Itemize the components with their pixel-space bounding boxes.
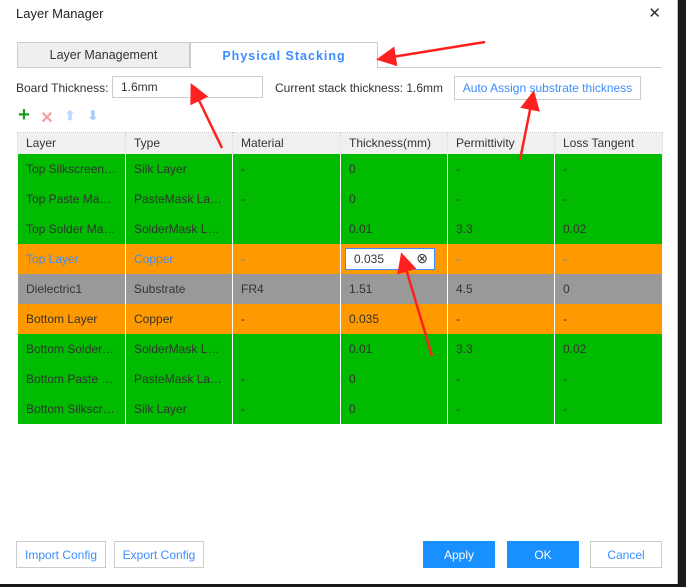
table-row[interactable]: Top Solder Mask LayerSolderMask Layer 0.0… xyxy=(17,213,663,244)
auto-assign-button[interactable]: Auto Assign substrate thickness xyxy=(454,76,641,100)
toolbar: + ✕ ⬆ ⬇ xyxy=(17,105,100,128)
table-cell[interactable]: - xyxy=(554,183,663,214)
table-cell[interactable]: SolderMask Layer xyxy=(125,333,233,364)
table-cell[interactable]: - xyxy=(447,153,555,184)
layer-stack-table: Layer Type Material Thickness(mm) Permittivi… xyxy=(17,132,663,424)
table-cell[interactable]: Top Layer xyxy=(17,243,126,274)
table-cell[interactable]: 0.01 xyxy=(340,333,448,364)
layer-manager-dialog: Layer Manager ✕ Layer Management Physica… xyxy=(0,0,678,584)
column-header[interactable]: Thickness(mm) xyxy=(340,132,448,154)
table-cell[interactable]: - xyxy=(447,303,555,334)
add-layer-icon[interactable]: + xyxy=(17,105,31,128)
table-cell[interactable]: PasteMask Layer xyxy=(125,363,233,394)
column-header[interactable]: Type xyxy=(125,132,233,154)
tab-physical-stacking[interactable]: Physical Stacking xyxy=(190,42,378,69)
import-config-button[interactable]: Import Config xyxy=(16,541,106,568)
move-down-icon[interactable]: ⬇ xyxy=(86,108,100,128)
clear-icon[interactable]: ⊗ xyxy=(416,250,428,267)
table-cell[interactable]: 0 xyxy=(340,363,448,394)
table-cell[interactable]: 0.02 xyxy=(554,333,663,364)
column-header[interactable]: Permittivity xyxy=(447,132,555,154)
table-cell[interactable]: Top Solder Mask Layer xyxy=(17,213,126,244)
table-cell[interactable]: Silk Layer xyxy=(125,153,233,184)
table-cell[interactable]: Silk Layer xyxy=(125,393,233,424)
table-cell[interactable]: 0 xyxy=(340,153,448,184)
table-cell[interactable]: - xyxy=(554,363,663,394)
table-cell[interactable]: Top Silkscreen Layer xyxy=(17,153,126,184)
table-cell[interactable]: FR4 xyxy=(232,273,341,304)
table-cell[interactable]: Copper xyxy=(125,303,233,334)
table-row[interactable]: Bottom Silkscreen LayerSilk Layer-0-- xyxy=(17,393,663,424)
table-cell[interactable]: Bottom Paste Mask Layer xyxy=(17,363,126,394)
table-cell[interactable]: - xyxy=(232,303,341,334)
table-row[interactable]: Bottom Paste Mask LayerPasteMask Layer-0… xyxy=(17,363,663,394)
table-cell[interactable]: Bottom Solder Mask Layer xyxy=(17,333,126,364)
table-row[interactable]: Dielectric1 Substrate FR4 1.51 4.5 0 xyxy=(17,273,663,304)
table-cell[interactable]: - xyxy=(554,153,663,184)
table-cell[interactable]: 0 xyxy=(340,393,448,424)
thickness-edit-value: 0.035 xyxy=(354,251,385,266)
table-cell[interactable]: 4.5 xyxy=(447,273,555,304)
table-cell[interactable]: - xyxy=(554,303,663,334)
table-cell[interactable]: Substrate xyxy=(125,273,233,304)
table-cell[interactable]: 1.51 xyxy=(340,273,448,304)
table-cell[interactable]: 0.035 xyxy=(340,303,448,334)
table-cell[interactable]: 0.02 xyxy=(554,213,663,244)
table-row[interactable]: Top Silkscreen LayerSilk Layer-0-- xyxy=(17,153,663,184)
table-cell[interactable]: Copper xyxy=(125,243,233,274)
table-cell[interactable]: - xyxy=(232,363,341,394)
table-cell[interactable] xyxy=(232,213,341,244)
table-cell[interactable]: - xyxy=(554,243,663,274)
apply-button[interactable]: Apply xyxy=(423,541,495,568)
window-title: Layer Manager xyxy=(16,5,104,21)
table-cell[interactable]: Dielectric1 xyxy=(17,273,126,304)
table-cell[interactable]: 0.01 xyxy=(340,213,448,244)
column-header[interactable]: Layer xyxy=(17,132,126,154)
board-thickness-input[interactable] xyxy=(112,76,263,98)
table-cell[interactable]: Bottom Silkscreen Layer xyxy=(17,393,126,424)
thickness-edit-input[interactable]: 0.035 ⊗ xyxy=(345,247,435,270)
current-stack-thickness: Current stack thickness: 1.6mm xyxy=(275,81,444,95)
table-cell[interactable]: - xyxy=(447,363,555,394)
table-cell[interactable]: 0 xyxy=(554,273,663,304)
board-thickness-label: Board Thickness: xyxy=(16,81,109,95)
table-cell[interactable]: - xyxy=(232,153,341,184)
tab-layer-management[interactable]: Layer Management xyxy=(17,42,190,68)
table-cell[interactable]: - xyxy=(447,183,555,214)
table-row[interactable]: Top Layer Copper -0.035 ⊗ - - xyxy=(17,243,663,274)
table-cell[interactable]: 0.035 ⊗ xyxy=(340,243,448,274)
ok-button[interactable]: OK xyxy=(507,541,579,568)
table-cell[interactable]: 3.3 xyxy=(447,213,555,244)
column-header[interactable]: Material xyxy=(232,132,341,154)
table-cell[interactable]: - xyxy=(232,243,341,274)
close-icon[interactable]: ✕ xyxy=(648,4,661,22)
table-row[interactable]: Bottom Solder Mask LayerSolderMask Layer… xyxy=(17,333,663,364)
delete-layer-icon[interactable]: ✕ xyxy=(40,108,54,128)
table-cell[interactable]: Top Paste Mask Layer xyxy=(17,183,126,214)
table-cell[interactable]: - xyxy=(232,183,341,214)
table-row[interactable]: Top Paste Mask LayerPasteMask Layer-0-- xyxy=(17,183,663,214)
cancel-button[interactable]: Cancel xyxy=(590,541,662,568)
export-config-button[interactable]: Export Config xyxy=(114,541,204,568)
tab-bar: Layer Management Physical Stacking xyxy=(17,42,662,69)
table-row[interactable]: Bottom Layer Copper -0.035- - xyxy=(17,303,663,334)
move-up-icon[interactable]: ⬆ xyxy=(63,108,77,128)
column-header[interactable]: Loss Tangent xyxy=(554,132,663,154)
table-cell[interactable]: - xyxy=(554,393,663,424)
table-cell[interactable]: - xyxy=(447,393,555,424)
table-cell[interactable]: - xyxy=(232,393,341,424)
table-cell[interactable]: 0 xyxy=(340,183,448,214)
table-cell[interactable]: PasteMask Layer xyxy=(125,183,233,214)
table-cell[interactable]: 3.3 xyxy=(447,333,555,364)
table-cell[interactable]: SolderMask Layer xyxy=(125,213,233,244)
table-cell[interactable] xyxy=(232,333,341,364)
table-cell[interactable]: - xyxy=(447,243,555,274)
table-cell[interactable]: Bottom Layer xyxy=(17,303,126,334)
